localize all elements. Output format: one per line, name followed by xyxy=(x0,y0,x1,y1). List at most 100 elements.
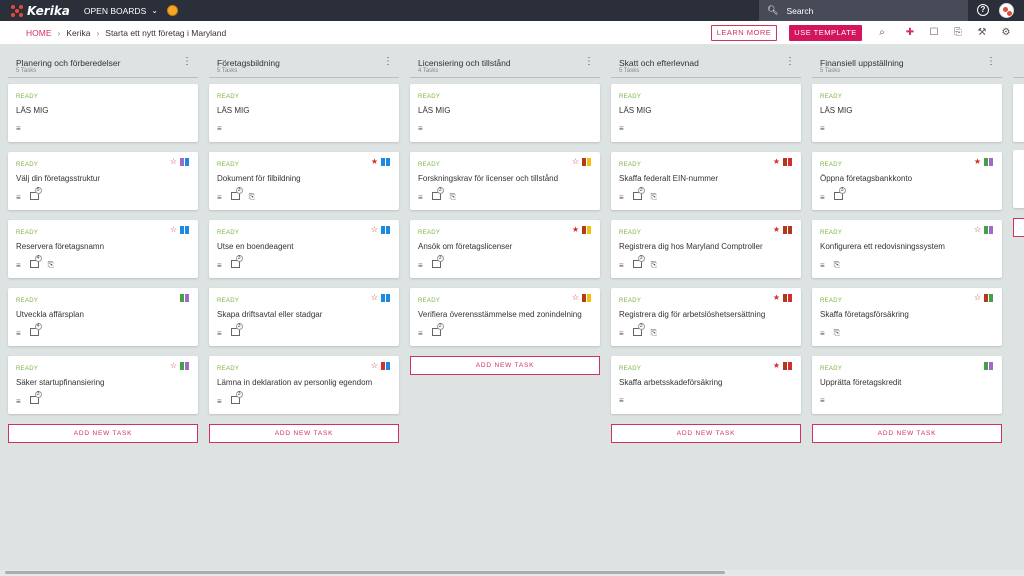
column-title[interactable]: Licensiering och tillstånd xyxy=(418,58,511,68)
task-flags: ★ xyxy=(773,158,793,168)
add-new-task-button[interactable]: ADD NEW TASK xyxy=(611,424,801,443)
star-filled-icon[interactable]: ★ xyxy=(773,362,780,370)
star-filled-icon[interactable]: ★ xyxy=(572,226,579,234)
open-boards-menu[interactable]: OPEN BOARDS ⌄ xyxy=(84,6,158,16)
column-title[interactable]: Finansiell uppställning xyxy=(820,58,904,68)
task-title: Reservera företagsnamn xyxy=(16,242,105,251)
star-filled-icon[interactable]: ★ xyxy=(371,158,378,166)
column-menu-icon[interactable]: ⋮ xyxy=(182,57,192,67)
task-card[interactable]: READY LÄS MIG ≡ xyxy=(8,84,198,142)
add-new-task-button-partial[interactable] xyxy=(1013,218,1024,237)
column-task-count: 4 Tasks xyxy=(418,68,439,74)
task-meta-icons: ≡ 3 ⎘ xyxy=(418,187,465,202)
description-icon: ≡ xyxy=(418,124,423,133)
column-title[interactable]: Planering och förberedelser xyxy=(16,58,120,68)
task-meta-icons: ≡ ⎘ xyxy=(820,260,849,270)
task-card[interactable]: READY Reservera företagsnamn ☆ ≡ 4 ⎘ xyxy=(8,220,198,278)
kerika-logo-icon xyxy=(11,4,23,17)
task-card[interactable]: READY Registrera dig hos Maryland Comptro… xyxy=(611,220,801,278)
learn-more-button[interactable]: LEARN MORE xyxy=(711,25,777,41)
task-card[interactable]: READY Skaffa arbetsskadeförsäkring ★ ≡ xyxy=(611,356,801,414)
task-card[interactable]: READY LÄS MIG ≡ xyxy=(611,84,801,142)
task-card-partial[interactable] xyxy=(1013,150,1024,208)
task-status: READY xyxy=(619,94,642,100)
task-card[interactable]: READY Skaffa företagsförsäkring ☆ ≡ ⎘ xyxy=(812,288,1002,346)
task-card[interactable]: READY Välj din företagsstruktur ☆ ≡ 5 xyxy=(8,152,198,210)
tag-ribbon-icon xyxy=(984,158,988,168)
user-avatar[interactable] xyxy=(999,3,1014,18)
star-filled-icon[interactable]: ★ xyxy=(974,158,981,166)
breadcrumb-home[interactable]: HOME xyxy=(26,28,52,38)
task-card[interactable]: READY Utse en boendeagent ☆ ≡ 3 xyxy=(209,220,399,278)
task-card[interactable]: READY Upprätta företagskredit ≡ xyxy=(812,356,1002,414)
checklist-icon: 3 xyxy=(632,255,645,270)
task-card[interactable]: READY Registrera dig för arbetslöshetsers… xyxy=(611,288,801,346)
add-new-task-button[interactable]: ADD NEW TASK xyxy=(209,424,399,443)
add-new-task-button[interactable]: ADD NEW TASK xyxy=(410,356,600,375)
star-outline-icon[interactable]: ☆ xyxy=(170,226,177,234)
task-title: Skapa driftsavtal eller stadgar xyxy=(217,310,323,319)
star-outline-icon[interactable]: ☆ xyxy=(170,362,177,370)
task-card[interactable]: READY Öppna företagsbankkonto ★ ≡ 3 xyxy=(812,152,1002,210)
star-outline-icon[interactable]: ☆ xyxy=(974,226,981,234)
task-card[interactable]: READY Skaffa federalt EIN-nummer ★ ≡ 3 ⎘ xyxy=(611,152,801,210)
add-person-icon[interactable]: ✚ xyxy=(904,27,916,39)
task-card[interactable]: READY Verifiera överensstämmelse med zoni… xyxy=(410,288,600,346)
star-outline-icon[interactable]: ☆ xyxy=(974,294,981,302)
task-card[interactable]: READY Ansök om företagslicenser ★ ≡ 3 xyxy=(410,220,600,278)
kerika-logo[interactable]: Kerika xyxy=(10,4,70,18)
star-outline-icon[interactable]: ☆ xyxy=(371,362,378,370)
task-title: Verifiera överensstämmelse med zonindeln… xyxy=(418,310,582,319)
task-status: READY xyxy=(619,298,642,304)
star-filled-icon[interactable]: ★ xyxy=(773,294,780,302)
attachment-icon: ⎘ xyxy=(833,328,841,337)
column-title[interactable]: Företagsbildning xyxy=(217,58,280,68)
task-card[interactable]: READY LÄS MIG ≡ xyxy=(209,84,399,142)
task-card[interactable]: READY LÄS MIG ≡ xyxy=(812,84,1002,142)
column-menu-icon[interactable]: ⋮ xyxy=(584,57,594,67)
column-title[interactable]: Skatt och efterlevnad xyxy=(619,58,699,68)
star-outline-icon[interactable]: ☆ xyxy=(572,158,579,166)
chat-icon[interactable]: ☐ xyxy=(928,27,940,39)
task-card[interactable]: READY Säker startupfinansiering ☆ ≡ 3 xyxy=(8,356,198,414)
task-card[interactable]: READY LÄS MIG ≡ xyxy=(410,84,600,142)
add-new-task-button[interactable]: ADD NEW TASK xyxy=(812,424,1002,443)
task-card[interactable]: READY Forskningskrav för licenser och til… xyxy=(410,152,600,210)
help-icon[interactable]: ? xyxy=(977,4,989,16)
task-card[interactable]: READY Lämna in deklaration av personlig e… xyxy=(209,356,399,414)
star-outline-icon[interactable]: ☆ xyxy=(371,294,378,302)
horizontal-scrollbar-thumb[interactable] xyxy=(5,571,725,574)
use-template-button[interactable]: USE TEMPLATE xyxy=(789,25,862,41)
star-filled-icon[interactable]: ★ xyxy=(773,226,780,234)
task-card[interactable]: READY Utveckla affärsplan ≡ 4 xyxy=(8,288,198,346)
settings-gear-icon[interactable]: ⚙ xyxy=(1000,27,1012,39)
task-flags: ★ xyxy=(974,158,994,168)
column: Planering och förberedelser 5 Tasks ⋮ xyxy=(8,50,198,84)
add-new-task-button[interactable]: ADD NEW TASK xyxy=(8,424,198,443)
star-outline-icon[interactable]: ☆ xyxy=(572,294,579,302)
breadcrumb-board: Starta ett nytt företag i Maryland xyxy=(105,27,227,38)
star-outline-icon[interactable]: ☆ xyxy=(371,226,378,234)
star-outline-icon[interactable]: ☆ xyxy=(170,158,177,166)
org-avatar[interactable] xyxy=(166,5,178,16)
tools-icon[interactable]: ⚒ xyxy=(976,27,988,39)
column-menu-icon[interactable]: ⋮ xyxy=(986,57,996,67)
star-filled-icon[interactable]: ★ xyxy=(773,158,780,166)
breadcrumb-org[interactable]: Kerika xyxy=(66,28,90,38)
search-box[interactable]: 🔍︎ Search xyxy=(759,0,968,21)
attachment-icon[interactable]: ⎘ xyxy=(952,27,964,39)
search-board-icon[interactable]: ⌕ xyxy=(876,27,888,39)
checklist-icon: 2 xyxy=(431,323,444,338)
column-menu-icon[interactable]: ⋮ xyxy=(785,57,795,67)
task-card[interactable]: READY Dokument för filbildning ★ ≡ 3 ⎘ xyxy=(209,152,399,210)
tag-ribbon-icon xyxy=(381,294,385,304)
task-status: READY xyxy=(619,230,642,236)
task-meta-icons: ≡ ⎘ xyxy=(820,328,849,338)
task-card-partial[interactable] xyxy=(1013,84,1024,142)
column-menu-icon[interactable]: ⋮ xyxy=(383,57,393,67)
description-icon: ≡ xyxy=(217,396,222,406)
task-meta-icons: ≡ xyxy=(619,396,633,405)
task-status: READY xyxy=(820,94,843,100)
task-card[interactable]: READY Konfigurera ett redovisningssystem ☆… xyxy=(812,220,1002,278)
task-card[interactable]: READY Skapa driftsavtal eller stadgar ☆ ≡ 3 xyxy=(209,288,399,346)
